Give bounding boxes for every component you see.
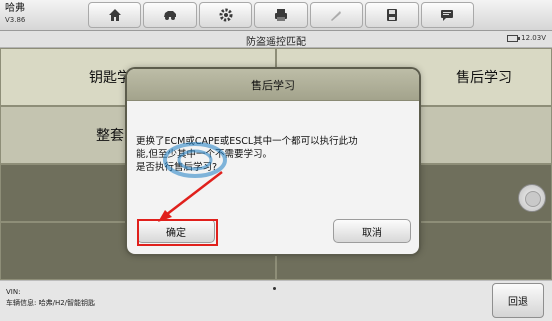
- save-icon: [386, 9, 397, 21]
- footer-bar: VIN: 车辆信息: 哈弗/H2/智能钥匙 回退: [0, 280, 552, 321]
- vehicle-button[interactable]: [143, 2, 197, 28]
- page-title: 防盗遥控匹配: [246, 37, 306, 48]
- top-toolbar: 哈弗 V3.86: [0, 0, 552, 31]
- settings-icon: [219, 8, 233, 22]
- dialog-header: 售后学习: [127, 69, 419, 101]
- after-sales-label: 售后学习: [456, 70, 512, 86]
- print-icon: [274, 9, 287, 21]
- save-button[interactable]: [365, 2, 419, 28]
- page-indicator: [273, 287, 276, 290]
- sub-title-bar: 防盗遥控匹配 12.03V: [0, 31, 552, 48]
- vehicle-icon: [164, 11, 177, 20]
- message-icon: [441, 10, 454, 21]
- scroll-knob[interactable]: [518, 184, 546, 212]
- toolbar-buttons: [87, 2, 475, 28]
- settings-button[interactable]: [198, 2, 253, 28]
- brand-area: 哈弗 V3.86: [5, 3, 25, 25]
- print-button[interactable]: [254, 2, 308, 28]
- confirm-highlight-box: [137, 219, 218, 246]
- app-version: V3.86: [5, 16, 26, 24]
- home-button[interactable]: [88, 2, 142, 28]
- battery-voltage: 12.03V: [521, 34, 546, 42]
- brand-name: 哈弗: [5, 3, 25, 14]
- battery-status: 12.03V: [507, 34, 546, 42]
- tools-button[interactable]: [309, 2, 364, 28]
- tools-icon: [331, 11, 342, 21]
- vehicle-info: VIN: 车辆信息: 哈弗/H2/智能钥匙: [6, 287, 95, 309]
- dialog-title: 售后学习: [251, 78, 295, 92]
- cancel-button[interactable]: 取消: [333, 219, 411, 243]
- cancel-button-label: 取消: [362, 227, 382, 239]
- home-icon: [108, 9, 121, 21]
- back-button[interactable]: 回退: [492, 283, 544, 318]
- vin-label: VIN:: [6, 288, 21, 296]
- battery-icon: [507, 34, 521, 42]
- back-button-label: 回退: [508, 297, 528, 308]
- vehicle-info-text: 车辆信息: 哈弗/H2/智能钥匙: [6, 299, 96, 307]
- message-button[interactable]: [420, 2, 474, 28]
